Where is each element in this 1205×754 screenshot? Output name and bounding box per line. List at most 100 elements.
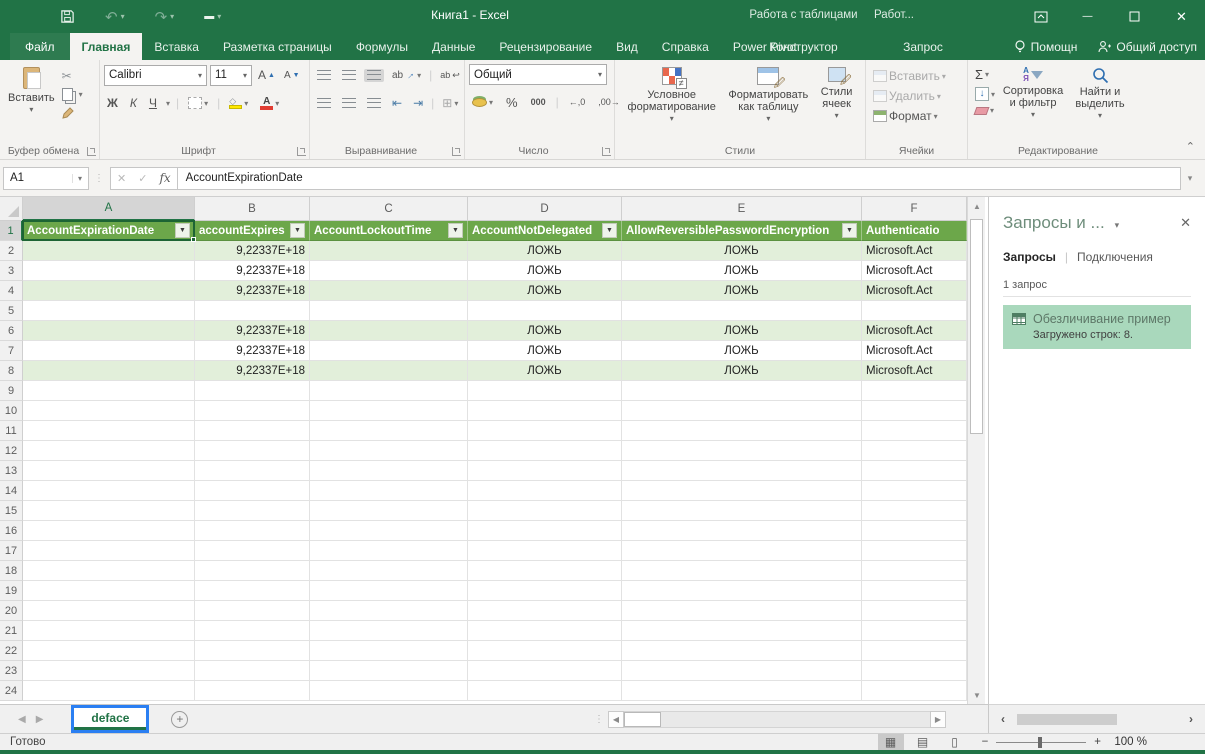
cell-D2[interactable]: ЛОЖЬ bbox=[468, 241, 622, 261]
cell-styles-button[interactable]: Стили ячеек▾ bbox=[812, 64, 861, 128]
cell-E24[interactable] bbox=[622, 681, 862, 701]
cell-C17[interactable] bbox=[310, 541, 468, 561]
row-header-6[interactable]: 6 bbox=[0, 321, 23, 341]
cell-F23[interactable] bbox=[862, 661, 967, 681]
cell-B14[interactable] bbox=[195, 481, 310, 501]
cell-B11[interactable] bbox=[195, 421, 310, 441]
row-header-1[interactable]: 1 bbox=[0, 221, 23, 241]
increase-decimal-button[interactable]: ←,0 bbox=[566, 96, 589, 108]
cell-A22[interactable] bbox=[23, 641, 195, 661]
row-header-14[interactable]: 14 bbox=[0, 481, 23, 501]
cell-C7[interactable] bbox=[310, 341, 468, 361]
row-header-8[interactable]: 8 bbox=[0, 361, 23, 381]
column-header-F[interactable]: F bbox=[862, 197, 967, 221]
cell-A3[interactable] bbox=[23, 261, 195, 281]
align-top-button[interactable] bbox=[314, 69, 334, 82]
increase-indent-button[interactable]: ⇥ bbox=[410, 95, 426, 111]
cell-C21[interactable] bbox=[310, 621, 468, 641]
cell-C16[interactable] bbox=[310, 521, 468, 541]
undo-icon[interactable]: ↶▾ bbox=[105, 8, 125, 26]
cell-A9[interactable] bbox=[23, 381, 195, 401]
cell-C22[interactable] bbox=[310, 641, 468, 661]
zoom-out-icon[interactable]: − bbox=[982, 736, 989, 748]
cell-E18[interactable] bbox=[622, 561, 862, 581]
row-header-9[interactable]: 9 bbox=[0, 381, 23, 401]
cell-F19[interactable] bbox=[862, 581, 967, 601]
cell-D6[interactable]: ЛОЖЬ bbox=[468, 321, 622, 341]
row-header-21[interactable]: 21 bbox=[0, 621, 23, 641]
cell-B13[interactable] bbox=[195, 461, 310, 481]
view-page-break-icon[interactable]: ▯ bbox=[942, 734, 968, 750]
tab-справка[interactable]: Справка bbox=[650, 33, 721, 60]
row-header-17[interactable]: 17 bbox=[0, 541, 23, 561]
horizontal-scroll-thumb[interactable] bbox=[624, 712, 661, 727]
comma-style-button[interactable]: 000 bbox=[528, 96, 549, 108]
column-header-D[interactable]: D bbox=[468, 197, 622, 221]
next-sheet-icon[interactable]: ▶ bbox=[36, 714, 44, 725]
scroll-up-icon[interactable]: ▲ bbox=[968, 197, 986, 215]
cell-D9[interactable] bbox=[468, 381, 622, 401]
italic-button[interactable]: К bbox=[127, 95, 140, 111]
cell-B8[interactable]: 9,22337E+18 bbox=[195, 361, 310, 381]
row-header-7[interactable]: 7 bbox=[0, 341, 23, 361]
cell-D23[interactable] bbox=[468, 661, 622, 681]
cell-C15[interactable] bbox=[310, 501, 468, 521]
number-dialog-launcher[interactable] bbox=[602, 147, 611, 156]
confirm-entry-icon[interactable]: ✓ bbox=[138, 172, 147, 185]
cell-A13[interactable] bbox=[23, 461, 195, 481]
cell-A18[interactable] bbox=[23, 561, 195, 581]
cell-D15[interactable] bbox=[468, 501, 622, 521]
pane-tab-queries[interactable]: Запросы bbox=[1003, 250, 1056, 264]
cell-C12[interactable] bbox=[310, 441, 468, 461]
tab-file[interactable]: Файл bbox=[10, 33, 70, 60]
cell-D14[interactable] bbox=[468, 481, 622, 501]
cell-A21[interactable] bbox=[23, 621, 195, 641]
align-left-button[interactable] bbox=[314, 97, 334, 110]
row-header-10[interactable]: 10 bbox=[0, 401, 23, 421]
table-header-cell-A1[interactable]: AccountExpirationDate▼ bbox=[23, 221, 195, 241]
cell-C14[interactable] bbox=[310, 481, 468, 501]
cell-D19[interactable] bbox=[468, 581, 622, 601]
row-header-24[interactable]: 24 bbox=[0, 681, 23, 701]
scroll-left-icon[interactable]: ◀ bbox=[608, 711, 624, 728]
cell-B7[interactable]: 9,22337E+18 bbox=[195, 341, 310, 361]
row-header-15[interactable]: 15 bbox=[0, 501, 23, 521]
cell-D4[interactable]: ЛОЖЬ bbox=[468, 281, 622, 301]
cell-C2[interactable] bbox=[310, 241, 468, 261]
cell-B16[interactable] bbox=[195, 521, 310, 541]
cell-F13[interactable] bbox=[862, 461, 967, 481]
format-cells-button[interactable]: Формат▾ bbox=[870, 108, 941, 124]
clipboard-dialog-launcher[interactable] bbox=[87, 147, 96, 156]
cell-F2[interactable]: Microsoft.Act bbox=[862, 241, 967, 261]
cell-E8[interactable]: ЛОЖЬ bbox=[622, 361, 862, 381]
row-header-20[interactable]: 20 bbox=[0, 601, 23, 621]
cell-E23[interactable] bbox=[622, 661, 862, 681]
borders-button[interactable]: ▾ bbox=[185, 96, 211, 110]
column-header-C[interactable]: C bbox=[310, 197, 468, 221]
cell-F7[interactable]: Microsoft.Act bbox=[862, 341, 967, 361]
cell-C9[interactable] bbox=[310, 381, 468, 401]
cell-A4[interactable] bbox=[23, 281, 195, 301]
cell-E12[interactable] bbox=[622, 441, 862, 461]
cell-E10[interactable] bbox=[622, 401, 862, 421]
cell-C10[interactable] bbox=[310, 401, 468, 421]
cell-B20[interactable] bbox=[195, 601, 310, 621]
delete-cells-button[interactable]: Удалить▾ bbox=[870, 88, 944, 104]
cell-B12[interactable] bbox=[195, 441, 310, 461]
pane-scroll-right-icon[interactable]: › bbox=[1189, 712, 1193, 726]
cell-E20[interactable] bbox=[622, 601, 862, 621]
cell-F21[interactable] bbox=[862, 621, 967, 641]
cell-E15[interactable] bbox=[622, 501, 862, 521]
align-bottom-button[interactable] bbox=[364, 69, 384, 82]
zoom-slider-thumb[interactable] bbox=[1038, 737, 1042, 748]
cell-A19[interactable] bbox=[23, 581, 195, 601]
cell-C24[interactable] bbox=[310, 681, 468, 701]
font-name-combo[interactable]: Calibri▾ bbox=[104, 65, 207, 86]
cell-A11[interactable] bbox=[23, 421, 195, 441]
zoom-slider[interactable] bbox=[996, 742, 1086, 743]
tab-scroll-splitter[interactable]: ⋮ bbox=[594, 714, 604, 725]
cell-E16[interactable] bbox=[622, 521, 862, 541]
tab-формулы[interactable]: Формулы bbox=[344, 33, 420, 60]
format-as-table-button[interactable]: Форматировать как таблицу▾ bbox=[724, 64, 812, 128]
underline-button[interactable]: Ч bbox=[146, 95, 160, 111]
